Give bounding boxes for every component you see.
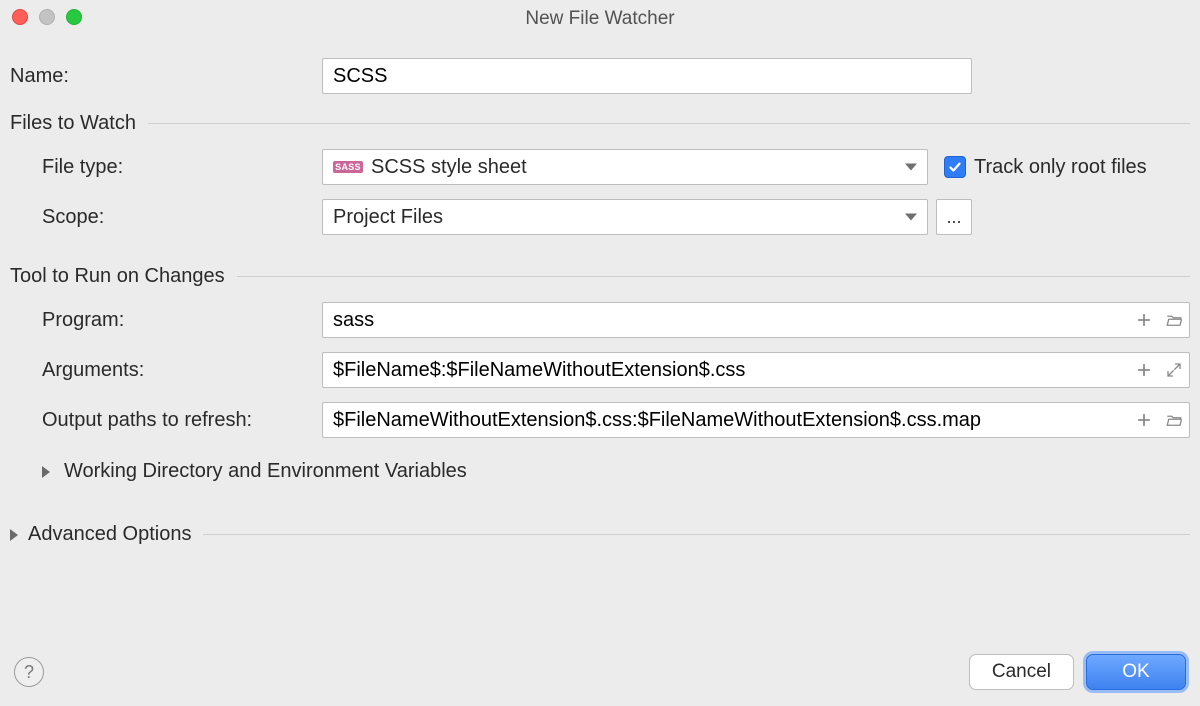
chevron-down-icon — [905, 164, 917, 171]
dialog-footer: ? Cancel OK — [0, 648, 1200, 706]
name-input[interactable] — [322, 58, 972, 94]
cancel-button[interactable]: Cancel — [969, 654, 1074, 690]
sass-file-icon: SASS — [333, 158, 363, 176]
output-paths-input-field[interactable] — [333, 409, 1119, 432]
ellipsis-icon: ... — [946, 207, 961, 228]
scope-value: Project Files — [333, 206, 443, 229]
title-bar: New File Watcher — [0, 0, 1200, 34]
working-directory-label: Working Directory and Environment Variab… — [64, 460, 467, 483]
close-window-button[interactable] — [12, 9, 28, 25]
help-icon: ? — [24, 662, 34, 683]
browse-button[interactable] — [1159, 303, 1189, 337]
section-divider — [203, 534, 1190, 535]
window-traffic-lights — [12, 9, 82, 25]
browse-button[interactable] — [1159, 403, 1189, 437]
plus-icon — [1135, 361, 1153, 379]
expand-icon — [1165, 361, 1183, 379]
files-to-watch-label: Files to Watch — [10, 112, 136, 135]
window-title: New File Watcher — [525, 8, 674, 30]
name-input-field[interactable] — [333, 65, 961, 88]
file-type-dropdown[interactable]: SASS SCSS style sheet — [322, 149, 928, 185]
arguments-input-field[interactable] — [333, 359, 1119, 382]
triangle-right-icon — [42, 466, 50, 478]
track-root-files-checkbox[interactable]: Track only root files — [944, 156, 1147, 179]
output-paths-input[interactable] — [322, 402, 1190, 438]
help-button[interactable]: ? — [14, 657, 44, 687]
chevron-down-icon — [905, 214, 917, 221]
arguments-input[interactable] — [322, 352, 1190, 388]
output-paths-label: Output paths to refresh: — [10, 409, 322, 432]
checkbox-checked-icon — [944, 156, 966, 178]
scope-label: Scope: — [10, 206, 322, 229]
folder-open-icon — [1165, 311, 1183, 329]
section-divider — [148, 123, 1190, 124]
program-input[interactable] — [322, 302, 1190, 338]
arguments-label: Arguments: — [10, 359, 322, 382]
file-type-label: File type: — [10, 156, 322, 179]
insert-macro-button[interactable] — [1129, 303, 1159, 337]
advanced-options-expander[interactable]: Advanced Options — [10, 523, 1190, 546]
insert-macro-button[interactable] — [1129, 353, 1159, 387]
advanced-options-label: Advanced Options — [28, 523, 191, 546]
triangle-right-icon — [10, 529, 18, 541]
name-label: Name: — [10, 65, 322, 88]
tool-to-run-section-header: Tool to Run on Changes — [10, 265, 1190, 288]
insert-macro-button[interactable] — [1129, 403, 1159, 437]
tool-to-run-label: Tool to Run on Changes — [10, 265, 225, 288]
maximize-window-button[interactable] — [66, 9, 82, 25]
plus-icon — [1135, 311, 1153, 329]
files-to-watch-section-header: Files to Watch — [10, 112, 1190, 135]
plus-icon — [1135, 411, 1153, 429]
ok-button[interactable]: OK — [1086, 654, 1186, 690]
scope-dropdown[interactable]: Project Files — [322, 199, 928, 235]
file-type-value: SCSS style sheet — [371, 156, 527, 179]
working-directory-expander[interactable]: Working Directory and Environment Variab… — [42, 460, 1190, 483]
minimize-window-button[interactable] — [39, 9, 55, 25]
folder-open-icon — [1165, 411, 1183, 429]
expand-button[interactable] — [1159, 353, 1189, 387]
program-label: Program: — [10, 309, 322, 332]
scope-browse-button[interactable]: ... — [936, 199, 972, 235]
program-input-field[interactable] — [333, 309, 1119, 332]
track-root-files-label: Track only root files — [974, 156, 1147, 179]
section-divider — [237, 276, 1190, 277]
